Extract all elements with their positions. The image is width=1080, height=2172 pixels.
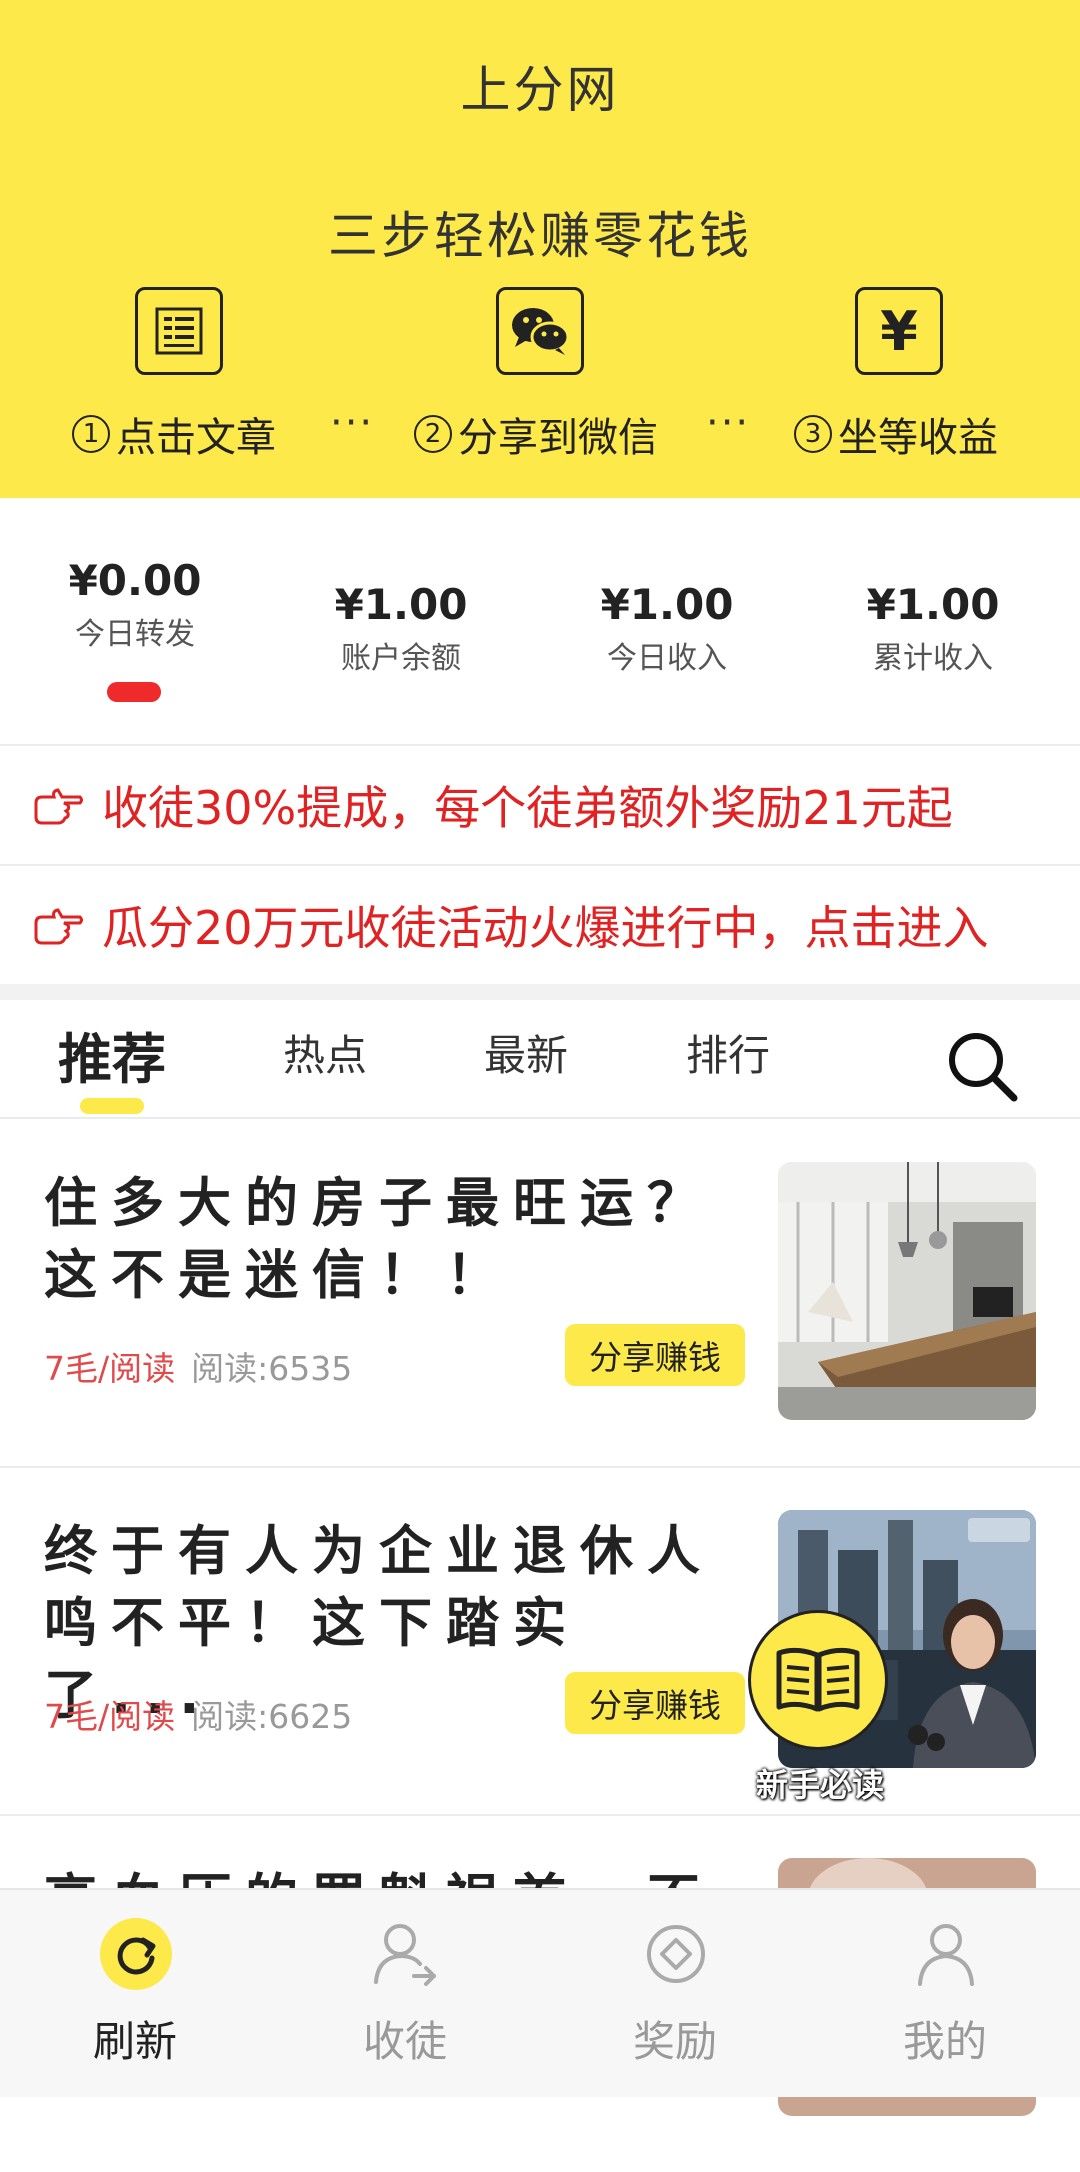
guide-label: 新手必读 bbox=[755, 1766, 884, 1804]
stat-today-income[interactable]: ¥1.00 今日收入 bbox=[557, 580, 777, 677]
nav-label: 收徒 bbox=[362, 2017, 447, 2066]
divider bbox=[0, 1466, 1080, 1468]
share-earn-button[interactable]: 分享赚钱 bbox=[565, 1672, 745, 1734]
nav-label: 刷新 bbox=[92, 2017, 177, 2066]
beginner-guide-button[interactable]: 新手必读 bbox=[746, 1608, 896, 1804]
article-title[interactable]: 住多大的房子最旺运？这不是迷信！！ bbox=[44, 1168, 744, 1312]
stat-account-balance[interactable]: ¥1.00 账户余额 bbox=[291, 580, 511, 677]
article-thumbnail[interactable] bbox=[778, 1162, 1036, 1420]
nav-refresh[interactable]: 刷新 bbox=[0, 1890, 270, 2099]
stat-label: 今日转发 bbox=[75, 617, 195, 652]
pointing-hand-icon bbox=[34, 788, 83, 825]
step-number: 2 bbox=[414, 415, 452, 453]
refresh-icon bbox=[100, 1918, 172, 1990]
step-label: 分享到微信 bbox=[458, 415, 658, 461]
stat-value: ¥1.00 bbox=[600, 580, 734, 629]
article-card[interactable]: 终于有人为企业退休人鸣不平！这下踏实了... 7毛/阅读 阅读:6625 分享赚钱 bbox=[0, 1478, 1080, 1824]
bottom-navigation: 刷新 收徒 奖励 我的 bbox=[0, 1888, 1080, 2097]
pointing-hand-icon bbox=[34, 908, 83, 945]
app-title: 上分网 bbox=[460, 61, 620, 119]
add-follower-icon bbox=[374, 1924, 436, 1986]
step-3: 3 坐等收益 bbox=[794, 405, 998, 463]
divider bbox=[0, 1117, 1080, 1119]
nav-recruit[interactable]: 收徒 bbox=[270, 1890, 540, 2099]
price-per-read: 7毛/阅读 bbox=[44, 1697, 176, 1736]
notice-text: 收徒30%提成，每个徒弟额外奖励21元起 bbox=[102, 781, 953, 835]
step-label: 点击文章 bbox=[116, 415, 276, 461]
header-banner: 上分网 三步轻松赚零花钱 ¥ 1 点击文章 ··· 2 分享到微信 ··· 3 … bbox=[0, 0, 1080, 498]
slogan: 三步轻松赚零花钱 bbox=[328, 207, 752, 265]
tab-hot[interactable]: 热点 bbox=[283, 1022, 367, 1083]
section-gap bbox=[0, 984, 1080, 1000]
divider bbox=[0, 1814, 1080, 1816]
tab-ranking[interactable]: 排行 bbox=[686, 1022, 770, 1083]
nav-label: 我的 bbox=[902, 2017, 987, 2066]
stat-total-income[interactable]: ¥1.00 累计收入 bbox=[823, 580, 1043, 677]
nav-profile[interactable]: 我的 bbox=[810, 1890, 1080, 2099]
article-list-icon bbox=[135, 287, 223, 375]
wechat-icon bbox=[496, 287, 584, 375]
tab-active-underline bbox=[80, 1098, 144, 1114]
notice-campaign[interactable]: 瓜分20万元收徒活动火爆进行中，点击进入 bbox=[0, 866, 1080, 984]
article-meta: 7毛/阅读 阅读:6625 bbox=[44, 1690, 352, 1738]
step-1: 1 点击文章 bbox=[72, 405, 276, 463]
article-meta: 7毛/阅读 阅读:6535 bbox=[44, 1342, 352, 1390]
stat-value: ¥0.00 bbox=[68, 556, 202, 605]
step-number: 1 bbox=[72, 415, 110, 453]
step-separator: ··· bbox=[706, 400, 751, 446]
active-indicator bbox=[107, 682, 161, 702]
step-separator: ··· bbox=[330, 400, 375, 446]
notice-text: 瓜分20万元收徒活动火爆进行中，点击进入 bbox=[102, 901, 989, 955]
stat-label: 今日收入 bbox=[607, 641, 727, 676]
step-number: 3 bbox=[794, 415, 832, 453]
stat-value: ¥1.00 bbox=[334, 580, 468, 629]
nav-label: 奖励 bbox=[632, 2017, 717, 2066]
notice-recruit-commission[interactable]: 收徒30%提成，每个徒弟额外奖励21元起 bbox=[0, 746, 1080, 864]
share-earn-button[interactable]: 分享赚钱 bbox=[565, 1324, 745, 1386]
step-label: 坐等收益 bbox=[838, 415, 998, 461]
search-icon[interactable] bbox=[944, 1028, 1020, 1104]
yuan-symbol: ¥ bbox=[880, 299, 918, 363]
yuan-icon: ¥ bbox=[855, 287, 943, 375]
read-count: 阅读:6535 bbox=[191, 1349, 353, 1388]
user-profile-icon bbox=[918, 1924, 974, 1986]
stat-value: ¥1.00 bbox=[866, 580, 1000, 629]
reward-diamond-icon bbox=[647, 1925, 705, 1983]
nav-rewards[interactable]: 奖励 bbox=[540, 1890, 810, 2099]
open-book-icon bbox=[748, 1610, 888, 1750]
article-card[interactable]: 住多大的房子最旺运？这不是迷信！！ 7毛/阅读 阅读:6535 分享赚钱 bbox=[0, 1130, 1080, 1476]
stat-label: 累计收入 bbox=[873, 641, 993, 676]
step-2: 2 分享到微信 bbox=[414, 405, 658, 463]
stat-label: 账户余额 bbox=[341, 641, 461, 676]
stat-today-shares[interactable]: ¥0.00 今日转发 bbox=[25, 556, 245, 653]
tab-latest[interactable]: 最新 bbox=[484, 1022, 568, 1083]
read-count: 阅读:6625 bbox=[191, 1697, 353, 1736]
price-per-read: 7毛/阅读 bbox=[44, 1349, 176, 1388]
tab-recommended[interactable]: 推荐 bbox=[58, 1015, 166, 1094]
